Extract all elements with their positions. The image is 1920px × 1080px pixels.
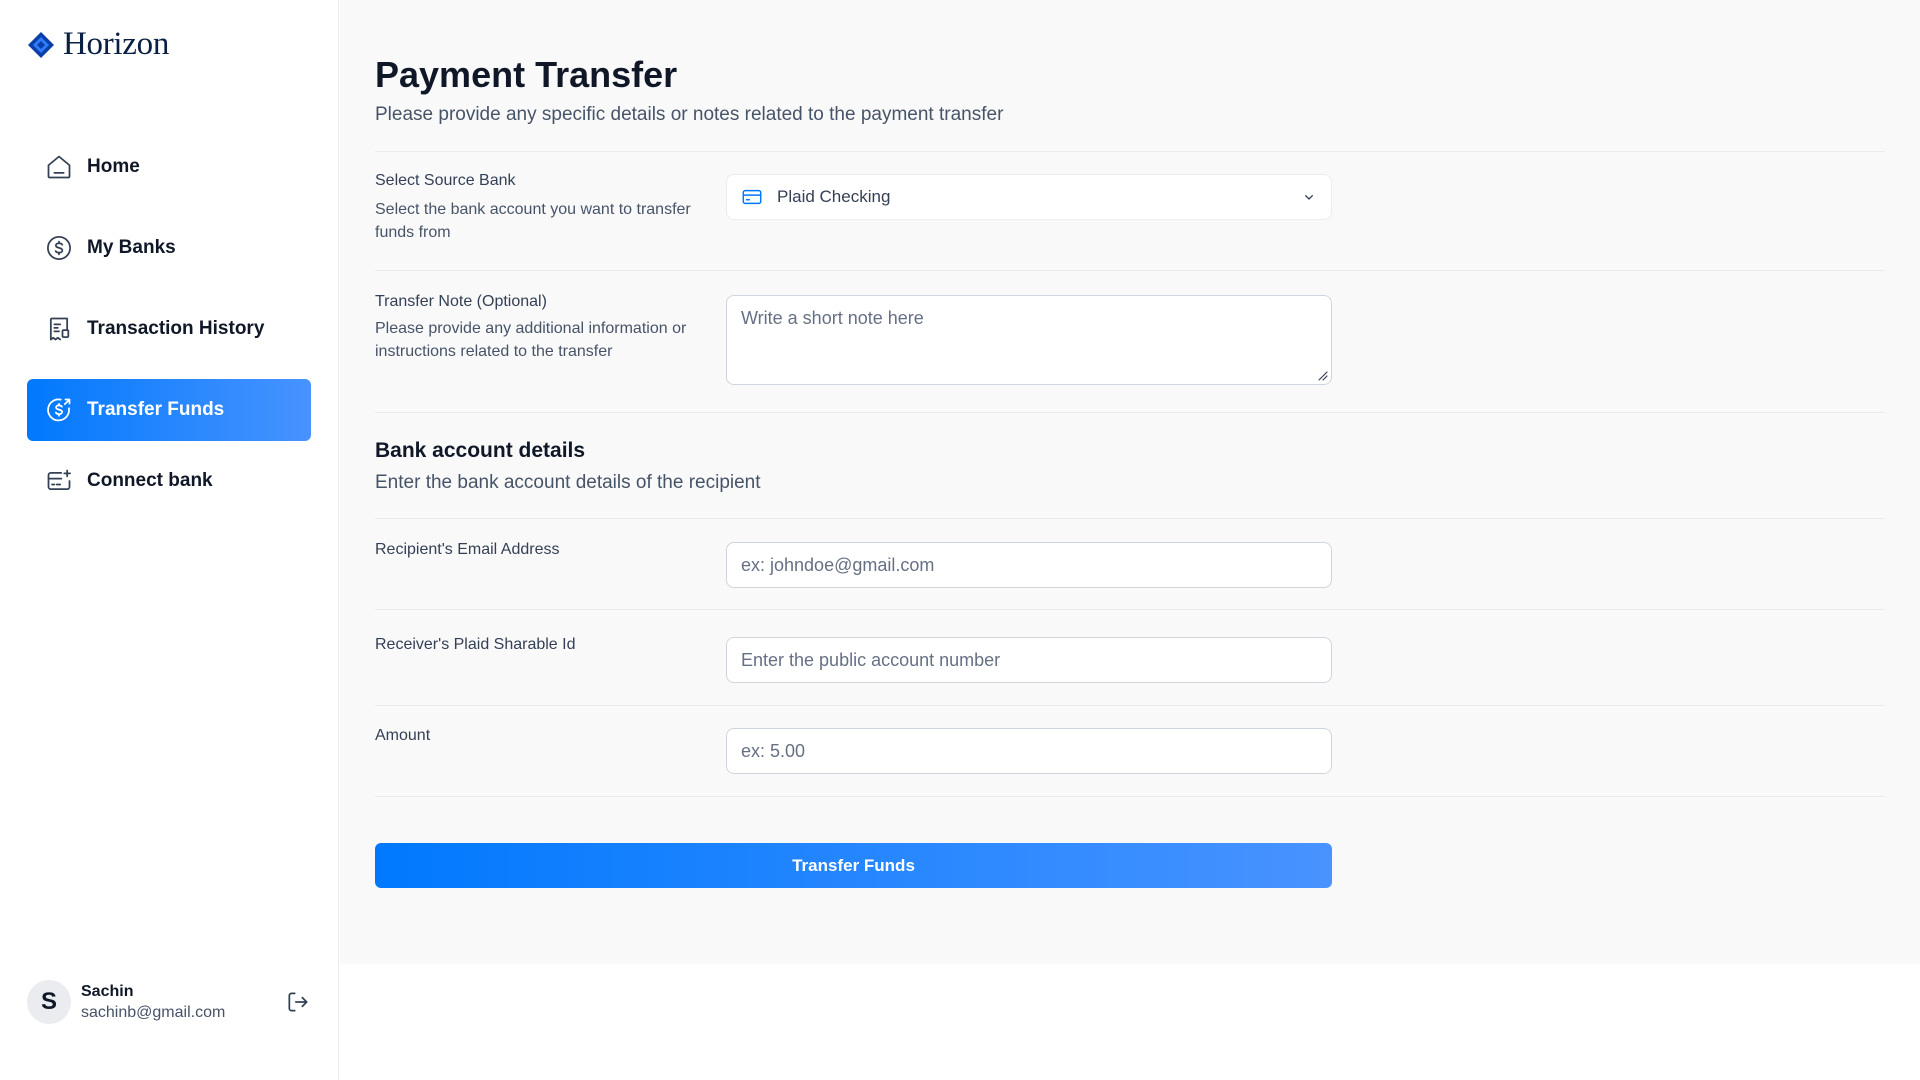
dollar-circle-icon [47,236,71,260]
recipient-email-input[interactable]: ex: johndoe@gmail.com [726,542,1332,588]
app-name: Horizon [63,26,170,62]
resize-handle-icon[interactable] [1316,369,1328,381]
card-add-icon [47,469,71,491]
logout-icon[interactable] [285,989,311,1015]
sidebar-item-label: My Banks [87,237,176,258]
divider [375,796,1885,797]
source-bank-label: Select Source Bank [375,172,516,189]
divider [375,412,1885,413]
avatar[interactable]: S [27,980,71,1024]
transfer-funds-button[interactable]: Transfer Funds [375,843,1332,888]
sidebar-item-transaction-history[interactable]: Transaction History [27,298,311,360]
divider [375,151,1885,152]
recipient-email-placeholder: ex: johndoe@gmail.com [741,554,935,575]
recipient-email-label: Recipient's Email Address [375,541,560,558]
sidebar-item-label: Transfer Funds [87,399,225,420]
transfer-note-textarea[interactable]: Write a short note here [726,295,1332,385]
source-bank-help: Select the bank account you want to tran… [375,201,691,241]
user-info: Sachin sachinb@gmail.com [81,983,275,1022]
sidebar-item-label: Home [87,156,140,177]
sidebar-item-my-banks[interactable]: My Banks [27,217,311,279]
amount-label: Amount [375,727,431,744]
source-bank-value: Plaid Checking [777,187,891,206]
divider [375,609,1885,610]
amount-placeholder: ex: 5.00 [741,740,806,761]
sharable-id-placeholder: Enter the public account number [741,649,1001,670]
sidebar-item-transfer-funds[interactable]: Transfer Funds [27,379,311,441]
bank-details-subtitle: Enter the bank account details of the re… [375,472,761,493]
main-content: Payment Transfer Please provide any spec… [340,0,1920,964]
amount-input[interactable]: ex: 5.00 [726,728,1332,774]
sidebar-item-label: Connect bank [87,470,213,491]
sidebar-item-label: Transaction History [87,318,265,339]
receipt-icon [49,317,70,341]
user-profile: S Sachin sachinb@gmail.com [27,980,311,1024]
transfer-note-help: Please provide any additional informatio… [375,320,687,360]
sidebar: Horizon Home My Banks Transaction Histor… [0,0,339,1080]
bank-details-title: Bank account details [375,439,586,462]
horizon-logo-icon [28,31,54,58]
divider [375,270,1885,271]
sharable-id-label: Receiver's Plaid Sharable Id [375,636,576,653]
transfer-note-label: Transfer Note (Optional) [375,293,547,310]
credit-card-icon [742,189,762,205]
page-subtitle: Please provide any specific details or n… [375,104,1004,125]
divider [375,518,1885,519]
transfer-note-placeholder: Write a short note here [741,308,924,328]
logo[interactable]: Horizon [27,26,169,63]
sharable-id-input[interactable]: Enter the public account number [726,637,1332,683]
user-email: sachinb@gmail.com [81,1003,226,1021]
source-bank-select[interactable]: Plaid Checking [726,174,1332,220]
user-name: Sachin [81,982,134,1000]
sidebar-item-home[interactable]: Home [27,136,311,198]
page-title: Payment Transfer [375,54,678,95]
home-icon [47,155,71,179]
money-send-icon [47,398,71,422]
chevron-down-icon [1305,195,1313,200]
divider [375,705,1885,706]
sidebar-item-connect-bank[interactable]: Connect bank [27,450,311,512]
